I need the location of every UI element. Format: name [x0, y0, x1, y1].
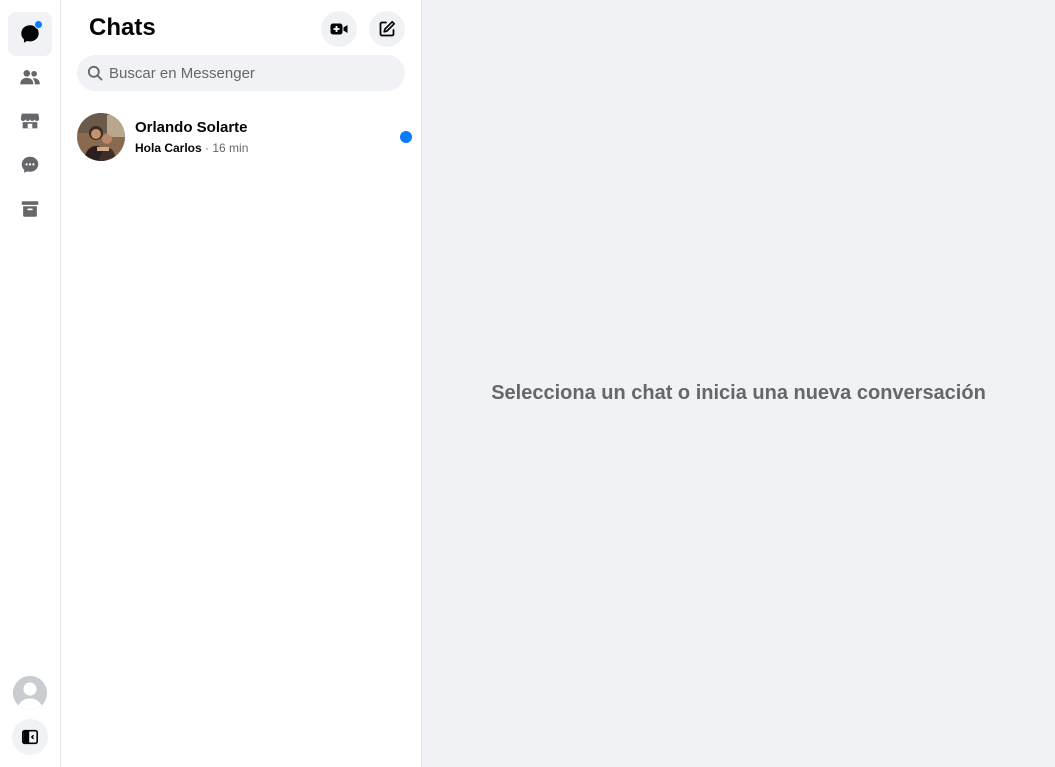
- user-avatar[interactable]: [13, 676, 47, 710]
- message-requests-icon: [21, 156, 39, 173]
- notification-dot: [34, 20, 43, 29]
- compose-button[interactable]: [369, 11, 405, 47]
- contact-avatar: [77, 113, 125, 161]
- separator: ·: [201, 140, 213, 155]
- chat-list-item[interactable]: Orlando Solarte Hola Carlos · 16 min: [69, 104, 413, 170]
- search-input[interactable]: [109, 64, 389, 82]
- rail-item-chats[interactable]: [8, 12, 52, 56]
- default-avatar-icon: [13, 676, 47, 710]
- sidebar-toggle-icon: [21, 729, 39, 745]
- chat-list-panel: Chats Buscar en Messenger Orlando Solart…: [61, 0, 422, 767]
- archive-icon: [21, 201, 39, 217]
- contact-photo-icon: [77, 113, 125, 161]
- people-icon: [20, 70, 40, 85]
- conversation-area: Selecciona un chat o inicia una nueva co…: [422, 0, 1055, 767]
- compose-icon: [379, 20, 396, 37]
- page-title: Chats: [89, 14, 156, 41]
- new-video-call-button[interactable]: [321, 11, 357, 47]
- sidebar-toggle-button[interactable]: [12, 719, 48, 755]
- rail-item-marketplace[interactable]: [8, 99, 52, 143]
- rail-item-message-requests[interactable]: [8, 143, 52, 187]
- rail-item-people[interactable]: [8, 55, 52, 99]
- messenger-app: Chats Buscar en Messenger Orlando Solart…: [0, 0, 1055, 767]
- nav-rail: [0, 0, 61, 767]
- message-time: 16 min: [212, 140, 249, 155]
- video-call-icon: [330, 23, 348, 35]
- empty-state-message: Selecciona un chat o inicia una nueva co…: [491, 382, 986, 404]
- chat-text: Orlando Solarte Hola Carlos · 16 min: [135, 118, 248, 157]
- chat-preview: Hola Carlos · 16 min: [135, 139, 248, 157]
- last-message: Hola Carlos: [135, 140, 202, 155]
- search-bar[interactable]: [77, 55, 405, 91]
- search-icon: [87, 65, 103, 81]
- contact-name: Orlando Solarte: [135, 118, 248, 136]
- unread-indicator: [400, 131, 412, 143]
- marketplace-store-icon: [20, 113, 40, 129]
- rail-item-archive[interactable]: [8, 187, 52, 231]
